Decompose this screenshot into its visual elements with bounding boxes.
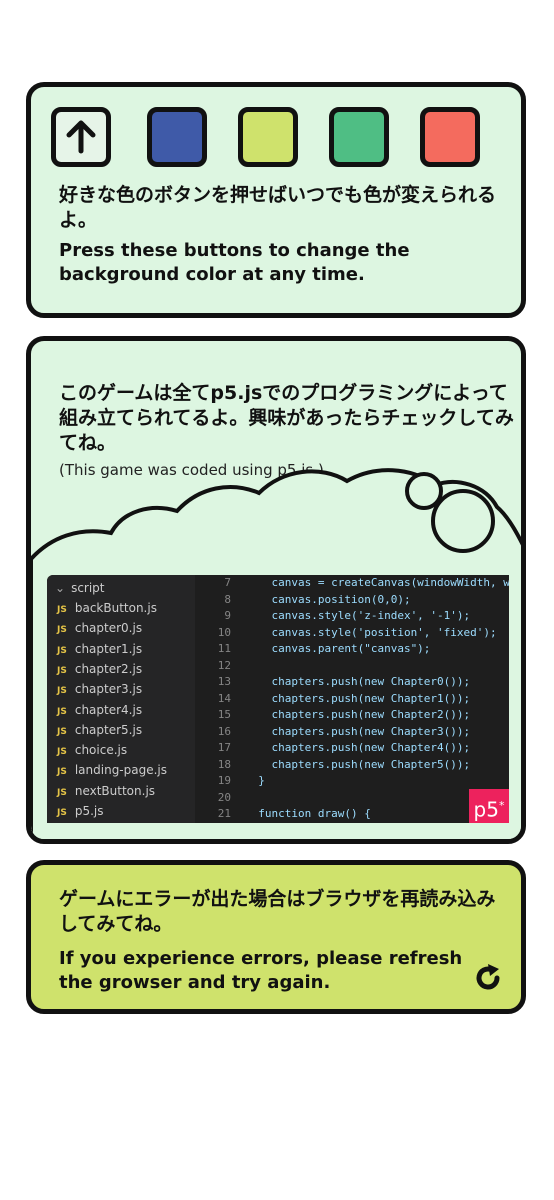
color-instructions-jp: 好きな色のボタンを押せばいつでも色が変えられるよ。 [59,184,497,231]
explorer-file[interactable]: JS landing-page.js [57,761,167,779]
explorer-file[interactable]: JS chapter0.js [57,619,142,637]
js-file-icon: JS [57,706,67,717]
folder-script: ⌄ script [55,581,105,595]
explorer-file[interactable]: JS chapter3.js [57,680,142,698]
color-buttons-card: 好きな色のボタンを押せばいつでも色が変えられるよ。 Press these bu… [26,82,526,318]
js-file-icon: JS [57,747,67,758]
scroll-up-button[interactable] [51,107,111,167]
color-button-blue[interactable] [147,107,207,167]
code-line: 18 chapters.push(new Chapter5()); [217,757,471,771]
chevron-down-icon: ⌄ [55,581,66,595]
js-file-icon: JS [57,726,67,737]
code-line: 13 chapters.push(new Chapter0()); [217,675,471,688]
code-line: 20 [217,790,231,804]
js-file-icon: JS [57,605,67,615]
explorer-file[interactable]: JS nextButton.js [57,782,155,800]
code-line: 12 [217,658,231,672]
code-line: 19 } [217,774,265,787]
reload-icon[interactable] [473,963,503,993]
js-file-icon: JS [57,665,67,676]
color-button-lime[interactable] [238,107,298,167]
code-line: 16 chapters.push(new Chapter3()); [217,724,471,738]
error-info-card: ゲームにエラーが出た場合はブラウザを再読み込みしてみてね。 If you exp… [26,860,526,1014]
error-info-en: If you experience errors, please refresh… [59,948,463,993]
color-button-green[interactable] [329,107,389,167]
code-line: 11 canvas.parent("canvas"); [217,642,431,655]
color-button-coral[interactable] [420,107,480,167]
js-file-icon: JS [57,625,67,636]
explorer-file[interactable]: JS backButton.js [57,599,157,617]
explorer-file[interactable]: JS chapter5.js [57,721,142,739]
js-file-icon: JS [57,767,67,778]
js-file-icon: JS [57,808,67,818]
js-file-icon: JS [57,787,67,798]
p5-logo: p5* [469,789,509,823]
js-file-icon: JS [57,645,67,656]
explorer-file[interactable]: JS chapter1.js [57,640,142,658]
arrow-up-icon [66,120,96,154]
p5-info-card: このゲームは全てp5.jsでのプログラミングによって組み立てられてるよ。興味があ… [26,336,526,844]
explorer-file[interactable]: JS chapter4.js [57,701,142,719]
code-line: 17 chapters.push(new Chapter4()); [217,741,471,754]
file-explorer: ⌄ script JS backButton.js JS chapter0.js JS ch… [47,575,195,823]
explorer-file[interactable]: JS chapter2.js [57,660,142,678]
code-line: 7 canvas = createCanvas(windowWidth, w [224,576,509,589]
code-line: 9 canvas.style('z-index', '-1'); [224,609,471,622]
code-line: 8 canvas.position(0,0); [224,592,411,606]
code-line: 15 chapters.push(new Chapter2()); [217,708,471,721]
code-line: 14 chapters.push(new Chapter1()); [217,691,471,705]
code-pane: 7 canvas = createCanvas(windowWidth, w 8 … [195,575,509,823]
explorer-file[interactable]: JS choice.js [57,741,127,759]
code-editor-screenshot: ⌄ script JS backButton.js JS chapter0.js JS ch… [47,575,509,823]
error-info-jp: ゲームにエラーが出た場合はブラウザを再読み込みしてみてね。 [59,888,496,935]
explorer-file[interactable]: JS p5.js [57,802,104,820]
code-line: 10 canvas.style('position', 'fixed'); [217,625,497,639]
js-file-icon: JS [57,686,67,697]
color-instructions-en: Press these buttons to change the backgr… [59,240,410,285]
code-line: 21 function draw() { [217,807,371,820]
